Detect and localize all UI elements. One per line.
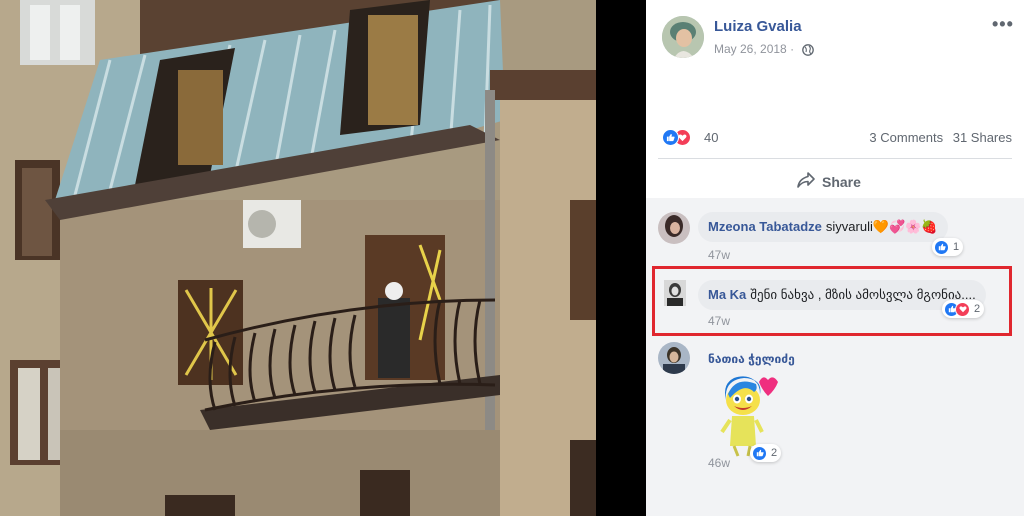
comment-text: siyvaruli🧡💞🌸🍓: [825, 219, 938, 234]
reaction-count: 40: [704, 130, 719, 145]
like-icon: [752, 445, 767, 461]
more-options-button[interactable]: •••: [992, 14, 1014, 35]
comments-count-link[interactable]: 3 Comments: [869, 130, 943, 145]
post-stats: 3 Comments 31 Shares: [863, 130, 1012, 145]
share-arrow-icon: [796, 171, 816, 192]
share-button-label: Share: [822, 173, 861, 190]
like-icon: [934, 239, 949, 255]
divider: [658, 158, 1012, 159]
building-photo: [0, 0, 596, 516]
love-icon: [955, 301, 970, 317]
comment-time[interactable]: 47w: [708, 248, 730, 262]
post-photo[interactable]: [0, 0, 596, 516]
like-icon: [662, 129, 679, 146]
reactions-summary[interactable]: 40 3 Comments 31 Shares: [662, 128, 1012, 148]
author-avatar[interactable]: [662, 16, 704, 58]
comment-text: შენი ნახვა , მზის ამოსვლა მგონია....: [750, 287, 976, 302]
commenter-avatar-image: [664, 280, 686, 306]
date-separator: ·: [790, 42, 795, 56]
commenter-avatar[interactable]: [664, 280, 686, 306]
comment-time[interactable]: 47w: [708, 314, 730, 328]
comment-reaction-count: 2: [974, 303, 981, 315]
comment-reaction-count: 1: [953, 241, 960, 253]
commenter-avatar-image: [658, 212, 690, 244]
globe-icon[interactable]: [802, 43, 814, 61]
commenter-avatar-image: [658, 342, 690, 374]
comment-bubble: Mzeona Tabatadze siyvaruli🧡💞🌸🍓: [698, 212, 948, 242]
shares-count-link[interactable]: 31 Shares: [953, 130, 1012, 145]
comment-reactions[interactable]: 1: [932, 238, 964, 256]
author-avatar-image: [662, 16, 704, 58]
comments-section: Mzeona Tabatadze siyvaruli🧡💞🌸🍓 1 47w Ma …: [646, 198, 1024, 516]
commenter-name[interactable]: Ma Ka: [708, 287, 746, 302]
post-date-text[interactable]: May 26, 2018: [714, 42, 787, 56]
comment-reactions[interactable]: 2: [750, 444, 782, 462]
commenter-avatar[interactable]: [658, 342, 690, 374]
comment-reaction-count: 2: [771, 447, 778, 459]
share-button[interactable]: Share: [796, 171, 861, 192]
post-date[interactable]: May 26, 2018 ·: [714, 42, 794, 56]
commenter-avatar[interactable]: [658, 212, 690, 244]
comment-reactions[interactable]: 2: [942, 300, 985, 318]
author-name[interactable]: Luiza Gvalia: [714, 18, 802, 35]
post-panel: Luiza Gvalia May 26, 2018 · ••• 40 3 Com…: [646, 0, 1024, 516]
commenter-name[interactable]: Mzeona Tabatadze: [708, 219, 822, 234]
commenter-name[interactable]: ნათია ჭელიძე: [708, 352, 795, 366]
comment-time[interactable]: 46w: [708, 456, 730, 470]
